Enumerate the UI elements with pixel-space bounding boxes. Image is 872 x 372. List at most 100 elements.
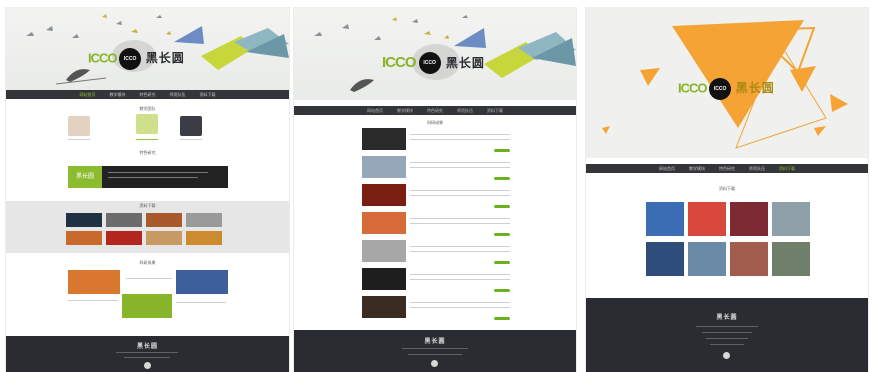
downloads-title: 资料下载 <box>719 186 735 191</box>
header-banner: ICCO ICCO 黑长圆 <box>294 8 576 100</box>
intro-banner[interactable]: 黑长圆 <box>68 166 228 188</box>
download-thumb[interactable] <box>186 213 222 227</box>
download-thumb[interactable] <box>66 213 102 227</box>
header-banner: ICCO ICCO 黑长圆 <box>586 8 868 158</box>
article-text <box>410 139 510 140</box>
footer-contact-icon[interactable] <box>431 360 438 367</box>
download-thumb[interactable] <box>646 202 684 236</box>
download-thumb[interactable] <box>688 242 726 276</box>
read-more-button[interactable] <box>494 205 510 208</box>
nav-downloads[interactable]: 资料下载 <box>779 164 795 173</box>
nav-research[interactable]: 特色研究 <box>719 164 735 173</box>
page-footer: 黑长圆 <box>586 298 868 372</box>
site-logo[interactable]: ICCO ICCO 黑长圆 <box>88 48 185 70</box>
nav-teaching[interactable]: 教学模块 <box>110 90 126 99</box>
teacher-caption <box>68 139 90 140</box>
download-thumb[interactable] <box>730 242 768 276</box>
article-text <box>410 223 510 224</box>
logo-letters: ICCO <box>678 80 707 96</box>
site-logo[interactable]: ICCO ICCO 黑长圆 <box>382 52 485 74</box>
nav-faculty[interactable]: 师资队伍 <box>170 90 186 99</box>
footer-links[interactable] <box>116 352 178 353</box>
page-footer: 黑长圆 <box>6 336 289 372</box>
research-thumb[interactable] <box>176 270 228 294</box>
read-more-button[interactable] <box>494 177 510 180</box>
page-footer: 黑长圆 <box>294 330 576 372</box>
download-thumb[interactable] <box>146 231 182 245</box>
read-more-button[interactable] <box>494 233 510 236</box>
site-logo[interactable]: ICCO ICCO 黑长圆 <box>678 78 775 100</box>
teacher-caption <box>180 139 202 140</box>
logo-badge: ICCO <box>119 48 142 70</box>
download-thumb[interactable] <box>772 202 810 236</box>
footer-links[interactable] <box>696 326 758 327</box>
article-text <box>410 251 510 252</box>
read-more-button[interactable] <box>494 317 510 320</box>
footer-contact-icon[interactable] <box>723 352 730 359</box>
read-more-button[interactable] <box>494 149 510 152</box>
nav-research[interactable]: 特色研究 <box>140 90 156 99</box>
logo-badge: ICCO <box>418 52 441 74</box>
article-thumb[interactable] <box>362 156 406 178</box>
page-research: ICCO ICCO 黑长圆 网站首页 教学模块 特色研究 师资队伍 资料下载 科… <box>294 8 576 372</box>
download-thumb[interactable] <box>186 231 222 245</box>
footer-text <box>702 332 752 333</box>
main-nav: 网站首页 教学模块 特色研究 师资队伍 资料下载 <box>6 90 289 99</box>
logo-badge: ICCO <box>709 78 732 100</box>
article-thumb[interactable] <box>362 184 406 206</box>
download-thumb[interactable] <box>646 242 684 276</box>
nav-home[interactable]: 网站首页 <box>367 106 383 115</box>
page-downloads: ICCO ICCO 黑长圆 网站首页 教学模块 特色研究 师资队伍 资料下载 资… <box>586 8 868 372</box>
article-text <box>410 167 510 168</box>
download-thumb[interactable] <box>772 242 810 276</box>
article-thumb[interactable] <box>362 240 406 262</box>
research-text-line <box>126 278 172 279</box>
read-more-button[interactable] <box>494 289 510 292</box>
download-thumb[interactable] <box>106 213 142 227</box>
downloads-title: 资料下载 <box>139 203 156 208</box>
read-more-button[interactable] <box>494 261 510 264</box>
download-thumb[interactable] <box>106 231 142 245</box>
nav-home[interactable]: 网站首页 <box>659 164 675 173</box>
nav-teaching[interactable]: 教学模块 <box>397 106 413 115</box>
footer-logo: 黑长圆 <box>136 344 158 350</box>
teachers-title: 教学团队 <box>139 106 156 111</box>
teacher-photo[interactable] <box>180 116 202 136</box>
intro-title: 特色研究 <box>139 150 156 155</box>
footer-text <box>408 354 462 355</box>
footer-logo: 黑长圆 <box>716 315 738 321</box>
nav-downloads[interactable]: 资料下载 <box>200 90 216 99</box>
screenshot-strip: ICCO ICCO 黑长圆 网站首页 教学模块 特色研究 师资队伍 资料下载 教… <box>0 0 872 372</box>
nav-faculty[interactable]: 师资队伍 <box>749 164 765 173</box>
article-text <box>410 274 510 275</box>
nav-teaching[interactable]: 教学模块 <box>689 164 705 173</box>
article-thumb[interactable] <box>362 128 406 150</box>
nav-home[interactable]: 网站首页 <box>80 90 96 99</box>
footer-links[interactable] <box>402 348 468 349</box>
download-thumb[interactable] <box>688 202 726 236</box>
download-thumb[interactable] <box>730 202 768 236</box>
footer-logo: 黑长圆 <box>424 339 446 345</box>
main-nav: 网站首页 教学模块 特色研究 师资队伍 资料下载 <box>586 164 868 173</box>
teacher-caption <box>136 139 158 140</box>
teacher-photo[interactable] <box>68 116 90 136</box>
article-text <box>410 218 510 219</box>
header-banner: ICCO ICCO 黑长圆 <box>6 8 289 90</box>
article-thumb[interactable] <box>362 212 406 234</box>
research-thumb[interactable] <box>122 294 172 318</box>
nav-downloads[interactable]: 资料下载 <box>487 106 503 115</box>
article-thumb[interactable] <box>362 296 406 318</box>
teacher-photo[interactable] <box>136 114 158 134</box>
article-thumb[interactable] <box>362 268 406 290</box>
nav-faculty[interactable]: 师资队伍 <box>457 106 473 115</box>
article-text <box>410 302 510 303</box>
research-text-line <box>176 302 226 303</box>
footer-text <box>124 357 170 358</box>
footer-contact-icon[interactable] <box>144 362 151 369</box>
intro-text-line <box>108 177 198 178</box>
download-thumb[interactable] <box>146 213 182 227</box>
main-nav: 网站首页 教学模块 特色研究 师资队伍 资料下载 <box>294 106 576 115</box>
download-thumb[interactable] <box>66 231 102 245</box>
research-thumb[interactable] <box>68 270 120 294</box>
nav-research[interactable]: 特色研究 <box>427 106 443 115</box>
